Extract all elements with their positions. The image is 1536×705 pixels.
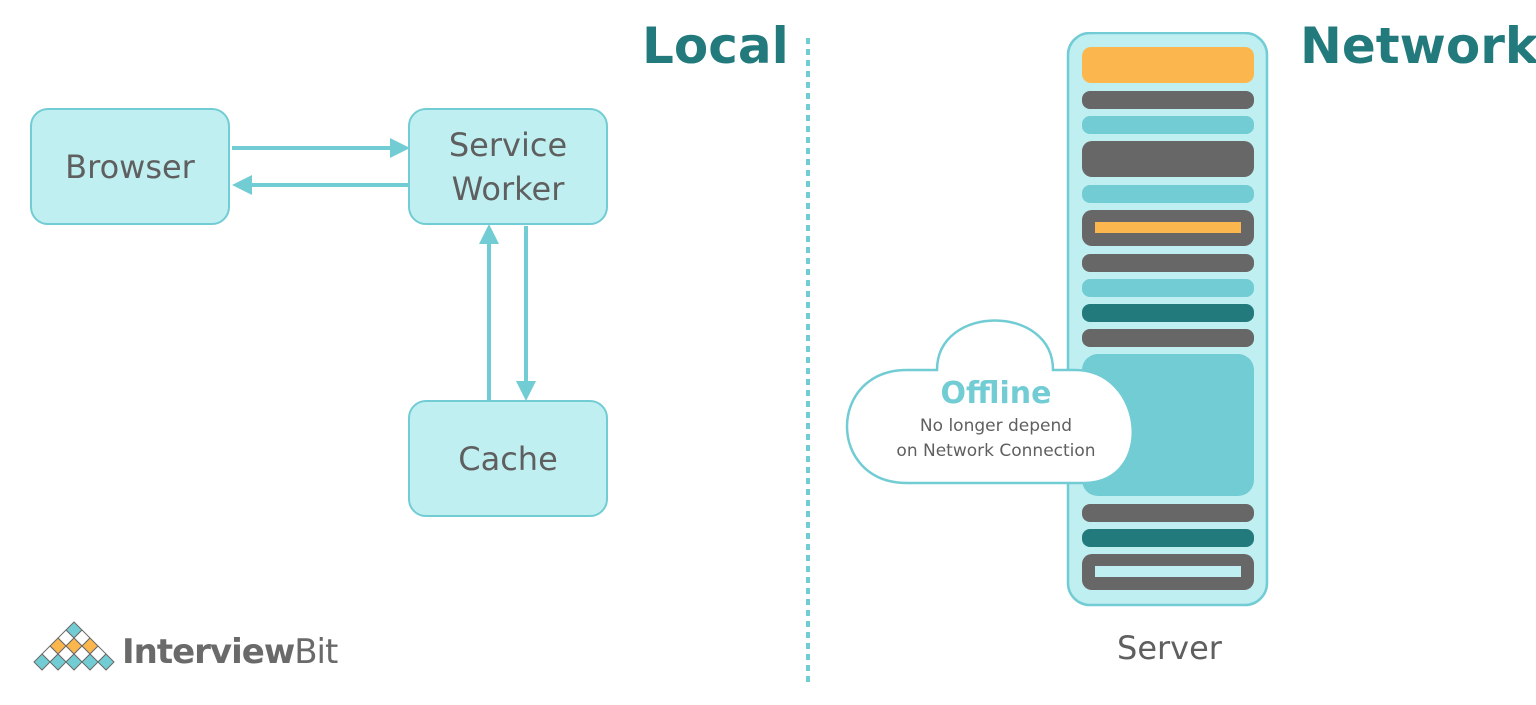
service-worker-label-line2: Worker xyxy=(451,169,565,208)
cache-node: Cache xyxy=(408,400,608,517)
arrow-cache-to-service-worker xyxy=(479,224,499,400)
flow-arrows xyxy=(232,138,536,401)
logo-text-bold: Interview xyxy=(122,632,295,672)
server-bar-teal xyxy=(1082,529,1254,547)
network-heading: Network xyxy=(1300,17,1536,75)
arrow-browser-to-service-worker xyxy=(232,138,410,158)
server-bar-light xyxy=(1082,116,1254,134)
service-worker-node: Service Worker xyxy=(408,108,608,225)
server-bar-gray-large xyxy=(1082,141,1254,177)
offline-title: Offline xyxy=(940,376,1052,411)
browser-label: Browser xyxy=(65,147,195,186)
server-bar-orange xyxy=(1082,47,1254,83)
server-bar-light xyxy=(1082,185,1254,203)
interviewbit-logo-icon xyxy=(33,621,115,671)
local-network-divider xyxy=(806,38,810,682)
arrow-service-worker-to-browser xyxy=(232,175,408,195)
server-bar-orange-inner xyxy=(1095,222,1241,233)
server-bar-gray xyxy=(1082,254,1254,272)
server-bar-gray xyxy=(1082,504,1254,522)
server-bar-light-inner xyxy=(1095,566,1241,577)
server-label: Server xyxy=(1117,629,1222,667)
offline-description-line2: on Network Connection xyxy=(896,441,1096,461)
browser-node: Browser xyxy=(30,108,230,225)
interviewbit-logo-text: InterviewBit xyxy=(122,632,338,672)
arrow-service-worker-to-cache xyxy=(516,226,536,401)
server-bar-gray xyxy=(1082,91,1254,109)
logo-text-regular: Bit xyxy=(294,632,338,672)
cache-label: Cache xyxy=(458,439,558,478)
server-bar-light xyxy=(1082,279,1254,297)
service-worker-label-line1: Service xyxy=(448,125,568,164)
offline-description-line1: No longer depend xyxy=(919,416,1073,436)
